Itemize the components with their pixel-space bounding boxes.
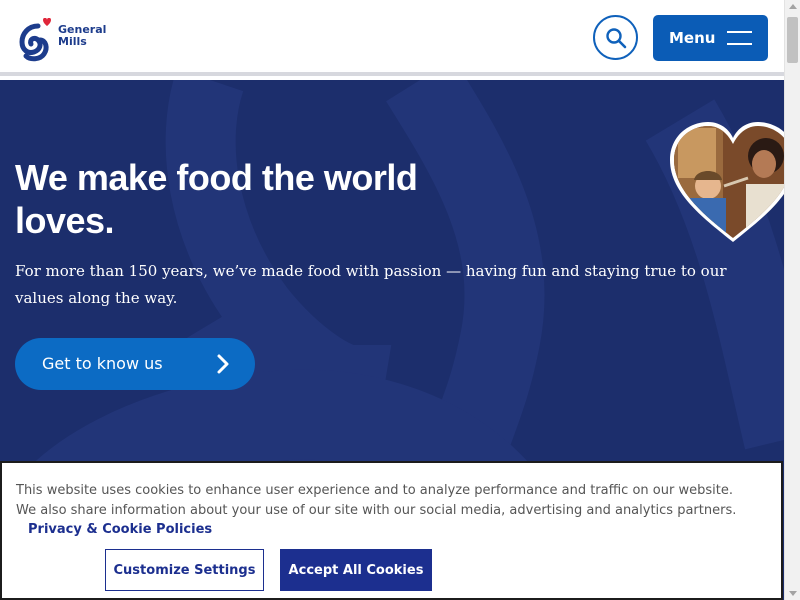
customize-settings-button[interactable]: Customize Settings	[105, 549, 264, 591]
search-icon	[605, 27, 626, 48]
logo-line-mills: Mills	[58, 35, 87, 48]
search-button[interactable]	[593, 15, 638, 60]
logo-g-icon	[19, 18, 51, 62]
hero-title: We make food the world loves.	[15, 157, 418, 241]
page-scrollbar[interactable]	[784, 0, 800, 600]
scroll-up-arrow-icon[interactable]	[789, 4, 797, 9]
scroll-thumb[interactable]	[787, 17, 798, 63]
hamburger-icon	[727, 31, 752, 45]
chevron-right-icon	[217, 354, 229, 374]
cookie-banner: This website uses cookies to enhance use…	[0, 461, 783, 600]
general-mills-logo[interactable]: General Mills	[18, 12, 118, 64]
cookie-message-text: This website uses cookies to enhance use…	[16, 483, 737, 518]
privacy-cookie-policies-link[interactable]: Privacy & Cookie Policies	[28, 522, 212, 537]
hero-description: For more than 150 years, we’ve made food…	[15, 262, 727, 307]
menu-label: Menu	[669, 29, 716, 47]
logo-wordmark: General Mills	[58, 24, 106, 48]
site-header: General Mills Menu	[0, 0, 784, 76]
cta-label: Get to know us	[42, 354, 163, 373]
get-to-know-us-button[interactable]: Get to know us	[15, 338, 255, 390]
cookie-message: This website uses cookies to enhance use…	[16, 481, 756, 540]
menu-button[interactable]: Menu	[653, 15, 768, 61]
accept-all-cookies-button[interactable]: Accept All Cookies	[280, 549, 432, 591]
scroll-down-arrow-icon[interactable]	[789, 591, 797, 596]
heart-photo	[670, 122, 784, 242]
